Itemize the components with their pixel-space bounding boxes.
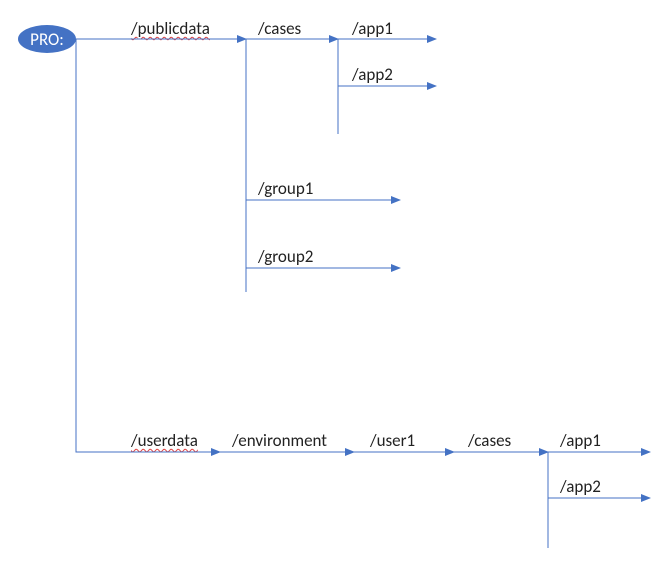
- diagram-canvas: PRO: /publicdata /cases /app1 /app2 /gro…: [0, 0, 671, 587]
- edge-root-userdata: [76, 39, 220, 452]
- connectors-svg: [0, 0, 671, 587]
